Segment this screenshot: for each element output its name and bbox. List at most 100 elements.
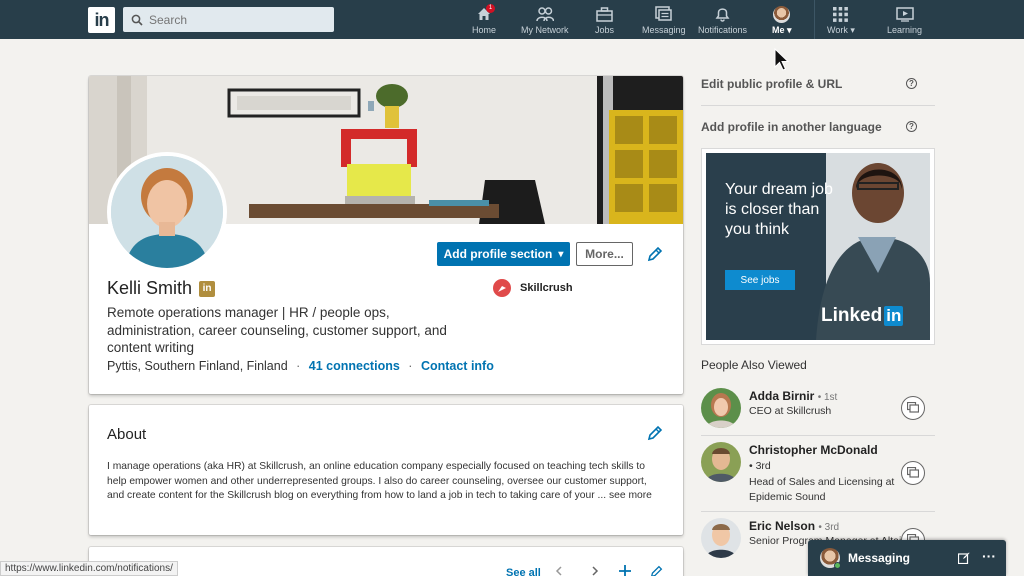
people-icon <box>536 7 554 22</box>
briefcase-icon <box>596 6 613 22</box>
rail-divider <box>701 435 935 436</box>
search-box[interactable] <box>123 7 334 32</box>
nav-home-label: Home <box>472 25 497 35</box>
ad-brand-box: in <box>884 306 904 326</box>
premium-in-badge-icon: in <box>199 280 216 297</box>
message-button[interactable] <box>901 461 925 485</box>
status-bar-url: https://www.linkedin.com/notifications/ <box>0 561 178 576</box>
compose-icon[interactable] <box>958 552 970 564</box>
person-name-row: Eric Nelson • 3rd <box>749 519 839 533</box>
avatar <box>701 442 741 482</box>
add-profile-section-button[interactable]: Add profile section ▾ <box>437 242 570 266</box>
ad-brand-left: Linked <box>821 305 883 326</box>
top-navigation-bar: in 1 Home My Network Jobs Messaging Noti… <box>0 0 1024 39</box>
grid-icon <box>833 6 849 22</box>
person-name-row: Adda Birnir • 1st <box>749 389 837 403</box>
add-profile-language-link[interactable]: Add profile in another language <box>701 120 882 134</box>
edit-pencil-icon[interactable] <box>647 425 663 441</box>
person-name: Eric Nelson <box>749 519 816 533</box>
nav-me-label-wrap: Me ▾ <box>772 25 792 36</box>
connections-link[interactable]: 41 connections <box>309 359 400 373</box>
nav-my-network-label: My Network <box>521 25 569 35</box>
message-icon <box>907 402 919 413</box>
about-text: I manage operations (aka HR) at Skillcru… <box>107 461 647 501</box>
profile-photo-image <box>111 156 223 268</box>
profile-name: Kelli Smith <box>107 278 193 298</box>
avatar <box>701 388 741 428</box>
nav-home[interactable]: 1 Home <box>472 4 497 35</box>
about-text-block: I manage operations (aka HR) at Skillcru… <box>107 460 663 504</box>
help-question-icon[interactable]: ? <box>906 78 917 89</box>
more-options-icon[interactable]: ··· <box>982 548 996 564</box>
linkedin-logo[interactable]: in <box>88 7 115 33</box>
connection-degree: • 3rd <box>749 460 771 472</box>
learning-play-icon <box>895 6 914 22</box>
nav-me[interactable]: Me ▾ <box>772 5 792 36</box>
separator-dot: · <box>296 359 301 373</box>
see-jobs-button[interactable]: See jobs <box>725 270 795 290</box>
rail-divider <box>701 511 935 512</box>
person-title: Head of Sales and Licensing at Epidemic … <box>749 476 895 503</box>
search-icon <box>131 14 143 26</box>
people-also-viewed-title: People Also Viewed <box>701 358 807 372</box>
linkedin-ad-logo: Linked in <box>821 305 904 327</box>
nav-my-network[interactable]: My Network <box>521 5 569 35</box>
ad-banner: Your dream job is closer than you think … <box>706 153 930 340</box>
messaging-icon <box>655 6 673 21</box>
message-button[interactable] <box>901 396 925 420</box>
add-profile-section-label: Add profile section <box>443 247 553 261</box>
nav-me-label: Me <box>772 25 785 35</box>
about-card: About I manage operations (aka HR) at Sk… <box>89 405 683 535</box>
chevron-right-icon[interactable] <box>590 566 600 576</box>
nav-work-label: Work <box>827 25 848 35</box>
person-name: Adda Birnir <box>749 389 815 403</box>
nav-notifications[interactable]: Notifications <box>698 5 747 35</box>
nav-jobs-label: Jobs <box>595 25 615 35</box>
see-all-link[interactable]: See all <box>506 567 541 576</box>
rail-divider <box>701 105 935 106</box>
nav-divider <box>814 0 815 39</box>
nav-messaging[interactable]: Messaging <box>642 5 686 35</box>
person-name: Christopher McDonald <box>749 443 878 457</box>
me-avatar <box>773 5 791 23</box>
nav-learning-label: Learning <box>887 25 923 35</box>
nav-jobs[interactable]: Jobs <box>595 5 614 35</box>
edit-pencil-icon[interactable] <box>647 246 663 262</box>
bell-icon <box>715 8 730 22</box>
skillcrush-logo-icon <box>493 279 511 297</box>
person-title: CEO at Skillcrush <box>749 405 832 417</box>
connection-degree: • 1st <box>817 392 838 403</box>
people-also-viewed-item[interactable]: Adda Birnir • 1st CEO at Skillcrush <box>701 388 935 434</box>
more-button[interactable]: More... <box>576 242 633 266</box>
advertisement[interactable]: Your dream job is closer than you think … <box>701 148 935 345</box>
message-icon <box>907 467 919 478</box>
online-status-dot <box>834 562 841 569</box>
caret-down-icon: ▾ <box>787 25 792 35</box>
search-input[interactable] <box>149 12 319 27</box>
notification-badge: 1 <box>486 4 495 13</box>
nav-work[interactable]: Work ▾ <box>827 5 855 36</box>
ad-headline: Your dream job is closer than you think <box>725 181 833 238</box>
connection-degree: • 3rd <box>818 522 840 533</box>
nav-learning[interactable]: Learning <box>887 5 922 35</box>
edit-pencil-icon[interactable] <box>650 565 663 576</box>
profile-headline: Remote operations manager | HR / people … <box>107 305 447 355</box>
separator-dot: · <box>408 359 413 373</box>
see-more-link[interactable]: see more <box>609 490 652 501</box>
profile-photo[interactable] <box>107 152 227 272</box>
chevron-left-icon[interactable] <box>554 566 564 576</box>
edit-public-profile-link[interactable]: Edit public profile & URL <box>701 77 842 91</box>
caret-down-icon: ▾ <box>558 248 564 260</box>
profile-top-card: Add profile section ▾ More... Kelli Smit… <box>89 76 683 394</box>
people-also-viewed-item[interactable]: Christopher McDonald • 3rd Head of Sales… <box>701 442 935 504</box>
help-question-icon[interactable]: ? <box>906 121 917 132</box>
company-name: Skillcrush <box>520 282 573 294</box>
messaging-overlay-bar[interactable]: Messaging ··· <box>808 540 1006 576</box>
caret-down-icon: ▾ <box>850 25 855 35</box>
plus-icon[interactable] <box>619 565 631 576</box>
profile-location: Pyttis, Southern Finland, Finland <box>107 359 288 373</box>
messaging-label: Messaging <box>848 551 911 565</box>
contact-info-link[interactable]: Contact info <box>421 359 494 373</box>
profile-location-line: Pyttis, Southern Finland, Finland · 41 c… <box>107 359 494 373</box>
current-company[interactable]: Skillcrush <box>493 279 573 297</box>
